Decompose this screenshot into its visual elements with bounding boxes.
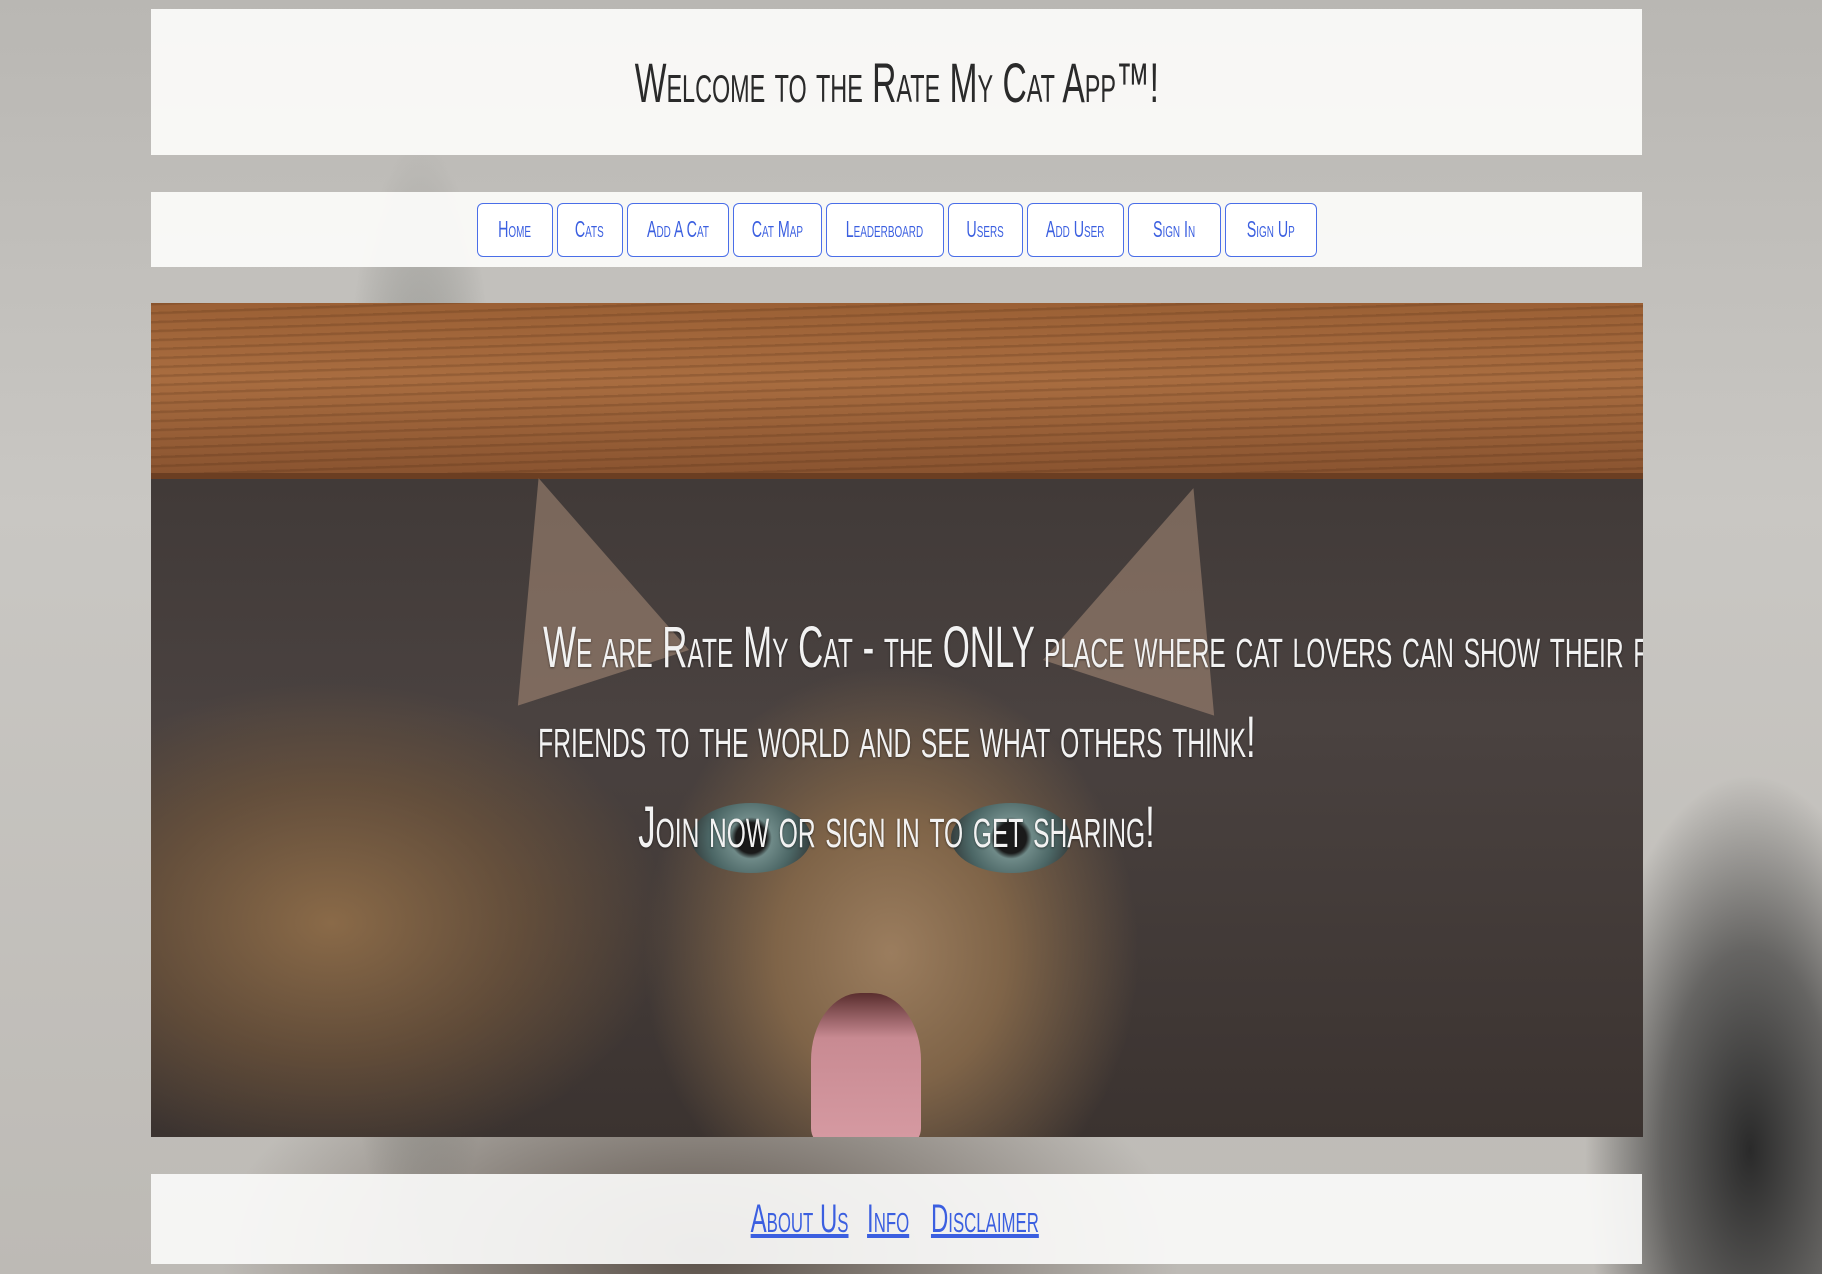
nav-add-a-cat-label: Add A Cat <box>646 216 709 242</box>
hero-shelf-image <box>151 303 1643 479</box>
nav-cat-map-label: Cat Map <box>751 216 803 242</box>
hero-line-3: Join now or sign in to get sharing! <box>638 795 1156 860</box>
nav-sign-in-label: Sign In <box>1152 216 1196 242</box>
nav-add-user-button[interactable]: Add User <box>1026 202 1124 257</box>
footer-about-us-link[interactable]: About Us <box>751 1197 849 1242</box>
main-nav: Home Cats Add A Cat Cat Map Leaderboard … <box>151 192 1642 267</box>
nav-add-a-cat-button[interactable]: Add A Cat <box>626 202 729 257</box>
nav-cat-map-button[interactable]: Cat Map <box>732 202 822 257</box>
nav-leaderboard-button[interactable]: Leaderboard <box>825 202 944 257</box>
footer-disclaimer-link[interactable]: Disclaimer <box>931 1197 1039 1242</box>
hero-banner: We are Rate My Cat - the ONLY place wher… <box>151 303 1643 1137</box>
hero-line-1: We are Rate My Cat - the ONLY place wher… <box>543 615 1643 680</box>
footer: About Us Info Disclaimer <box>151 1174 1642 1264</box>
nav-sign-in-button[interactable]: Sign In <box>1127 202 1221 257</box>
header: Welcome to the Rate My Cat App™! <box>151 9 1642 155</box>
nav-users-button[interactable]: Users <box>947 202 1023 257</box>
nav-leaderboard-label: Leaderboard <box>845 216 924 242</box>
nav-users-label: Users <box>966 216 1004 242</box>
kitten-mouth <box>811 993 921 1137</box>
nav-home-button[interactable]: Home <box>476 202 553 257</box>
nav-sign-up-label: Sign Up <box>1246 216 1295 242</box>
nav-add-user-label: Add User <box>1045 216 1105 242</box>
nav-cats-button[interactable]: Cats <box>556 202 623 257</box>
page-title: Welcome to the Rate My Cat App™! <box>634 50 1159 114</box>
nav-sign-up-button[interactable]: Sign Up <box>1224 202 1317 257</box>
nav-cats-label: Cats <box>575 216 604 242</box>
footer-info-link[interactable]: Info <box>867 1197 909 1242</box>
hero-text: We are Rate My Cat - the ONLY place wher… <box>151 603 1643 873</box>
hero-line-2: friends to the world and see what others… <box>538 705 1256 770</box>
nav-home-label: Home <box>498 216 531 242</box>
